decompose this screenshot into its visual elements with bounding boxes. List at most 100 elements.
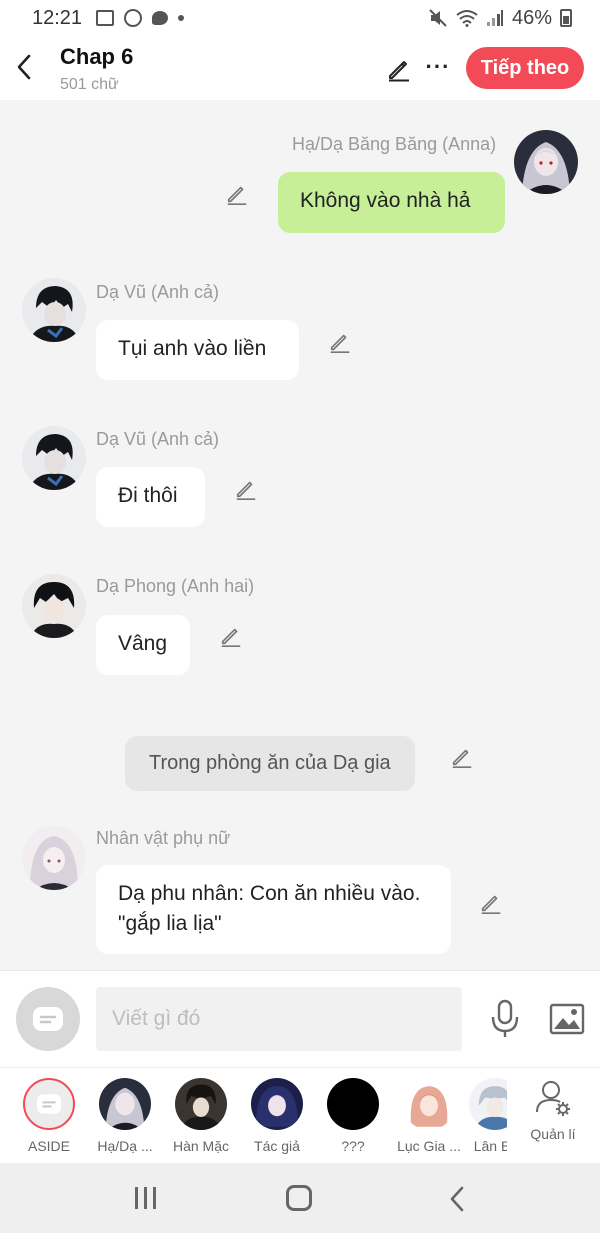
sender-name: Dạ Phong (Anh hai) xyxy=(96,576,255,596)
avatar[interactable] xyxy=(22,574,86,638)
sender-name: Dạ Vũ (Anh cả) xyxy=(96,282,220,302)
avatar xyxy=(327,1078,379,1130)
avatar[interactable] xyxy=(22,278,86,342)
recent-apps-button[interactable] xyxy=(130,1187,160,1211)
next-button[interactable]: Tiếp theo xyxy=(466,47,584,89)
message-type-button[interactable] xyxy=(16,987,80,1051)
recent-apps-icon-bar xyxy=(143,1187,147,1209)
system-nav-bar xyxy=(0,1163,600,1233)
character-label: Hạ/Dạ ... xyxy=(97,1138,153,1154)
pencil-icon xyxy=(236,481,256,500)
character-label: Lục Gia ... xyxy=(397,1138,461,1154)
pencil-icon xyxy=(227,186,247,205)
more-notifications-icon xyxy=(178,15,185,21)
character-item[interactable]: Hạ/Dạ ... xyxy=(87,1078,163,1154)
message-bubble[interactable]: Dạ phu nhân: Con ăn nhiều vào. "gắp lia … xyxy=(96,865,451,954)
status-time: 12:21 xyxy=(32,6,83,29)
signal-icon xyxy=(486,10,503,26)
sender-name: Dạ Vũ (Anh cả) xyxy=(96,429,220,449)
message-text: Vâng xyxy=(118,632,168,655)
character-item[interactable]: Lục Gia ... xyxy=(391,1078,467,1154)
message-text: Đi thôi xyxy=(118,484,178,507)
system-icons: 46% xyxy=(428,7,572,30)
word-count: 501 chữ xyxy=(60,76,119,93)
character-label: Lân B xyxy=(473,1138,507,1154)
character-item[interactable]: Lân B xyxy=(465,1078,507,1154)
home-button[interactable] xyxy=(286,1185,312,1211)
avatar xyxy=(99,1078,151,1130)
chevron-left-icon xyxy=(17,54,31,80)
aside-avatar xyxy=(23,1078,75,1130)
avatar[interactable] xyxy=(22,826,86,890)
avatar xyxy=(175,1078,227,1130)
message-text: Tụi anh vào liền xyxy=(118,337,267,360)
message-bubble[interactable]: Tụi anh vào liền xyxy=(96,320,299,380)
pencil-icon xyxy=(221,628,241,647)
recent-apps-icon-bar xyxy=(152,1187,156,1209)
message-text: Không vào nhà hả xyxy=(300,189,471,212)
edit-message-button[interactable] xyxy=(327,329,353,355)
more-options-button[interactable]: ··· xyxy=(424,52,452,82)
manage-characters-button[interactable]: Quản lí xyxy=(522,1078,584,1142)
character-aside[interactable]: ASIDE xyxy=(11,1078,87,1154)
sender-name: Nhân vật phụ nữ xyxy=(96,828,231,848)
composer-bar xyxy=(0,970,600,1067)
sender-name: Hạ/Dạ Băng Băng (Anna) xyxy=(292,134,497,154)
avatar xyxy=(403,1078,455,1130)
chat-bubble-icon xyxy=(152,11,169,25)
character-item[interactable]: Hàn Mặc xyxy=(163,1078,239,1154)
back-button[interactable] xyxy=(10,50,38,84)
app-screen: 12:21 46% Chap 6 501 chữ ··· Tiếp theo H… xyxy=(0,0,600,1233)
character-selector: ASIDE Hạ/Dạ ... Hàn Mặc Tác giả ??? Lục … xyxy=(0,1067,600,1163)
pencil-icon xyxy=(389,61,409,82)
edit-message-button[interactable] xyxy=(233,476,259,502)
edit-message-button[interactable] xyxy=(218,623,244,649)
manage-label: Quản lí xyxy=(530,1126,576,1142)
edit-chapter-button[interactable] xyxy=(384,54,414,84)
character-label: ??? xyxy=(341,1138,365,1154)
voice-button[interactable] xyxy=(488,997,522,1041)
avatar xyxy=(469,1078,507,1130)
pencil-icon xyxy=(452,749,472,768)
compass-icon xyxy=(124,9,143,27)
chapter-header: Chap 6 501 chữ ··· Tiếp theo xyxy=(0,36,600,100)
narration-text: Trong phòng ăn của Dạ gia xyxy=(149,752,391,774)
gallery-icon xyxy=(96,10,115,26)
recent-apps-icon xyxy=(134,1187,138,1209)
message-input[interactable] xyxy=(96,987,462,1051)
chevron-left-icon xyxy=(450,1186,464,1212)
character-label: Hàn Mặc xyxy=(172,1138,230,1154)
chapter-title: Chap 6 xyxy=(60,44,134,69)
edit-message-button[interactable] xyxy=(449,744,475,770)
more-dots-icon: ··· xyxy=(425,54,451,79)
microphone-icon xyxy=(491,999,519,1037)
message-bubble[interactable]: Vâng xyxy=(96,615,190,675)
character-label: ASIDE xyxy=(27,1138,70,1154)
mute-icon xyxy=(429,9,447,27)
insert-image-button[interactable] xyxy=(548,1001,586,1037)
avatar xyxy=(251,1078,303,1130)
character-item[interactable]: Tác giả xyxy=(239,1078,315,1154)
narration-bubble[interactable]: Trong phòng ăn của Dạ gia xyxy=(125,736,415,791)
message-icon xyxy=(36,1094,62,1114)
message-bubble[interactable]: Đi thôi xyxy=(96,467,205,527)
user-settings-icon xyxy=(536,1081,570,1116)
character-label: Tác giả xyxy=(254,1138,300,1154)
image-icon xyxy=(549,1003,585,1035)
message-icon xyxy=(33,1007,63,1031)
character-item[interactable]: ??? xyxy=(315,1078,391,1154)
avatar[interactable] xyxy=(514,130,578,194)
battery-percent: 46% xyxy=(511,6,552,29)
pencil-icon xyxy=(330,334,350,353)
status-bar: 12:21 46% xyxy=(0,0,600,36)
notification-icons xyxy=(96,9,185,27)
avatar[interactable] xyxy=(22,426,86,490)
message-text: Dạ phu nhân: Con ăn nhiều vào. "gắp lia … xyxy=(118,882,421,935)
edit-message-button[interactable] xyxy=(224,181,250,207)
edit-message-button[interactable] xyxy=(478,890,504,916)
pencil-icon xyxy=(481,895,501,914)
system-back-button[interactable] xyxy=(444,1185,470,1213)
battery-icon xyxy=(560,9,572,27)
chat-area[interactable]: Hạ/Dạ Băng Băng (Anna) Không vào nhà hả xyxy=(0,100,600,970)
message-bubble[interactable]: Không vào nhà hả xyxy=(278,172,505,233)
